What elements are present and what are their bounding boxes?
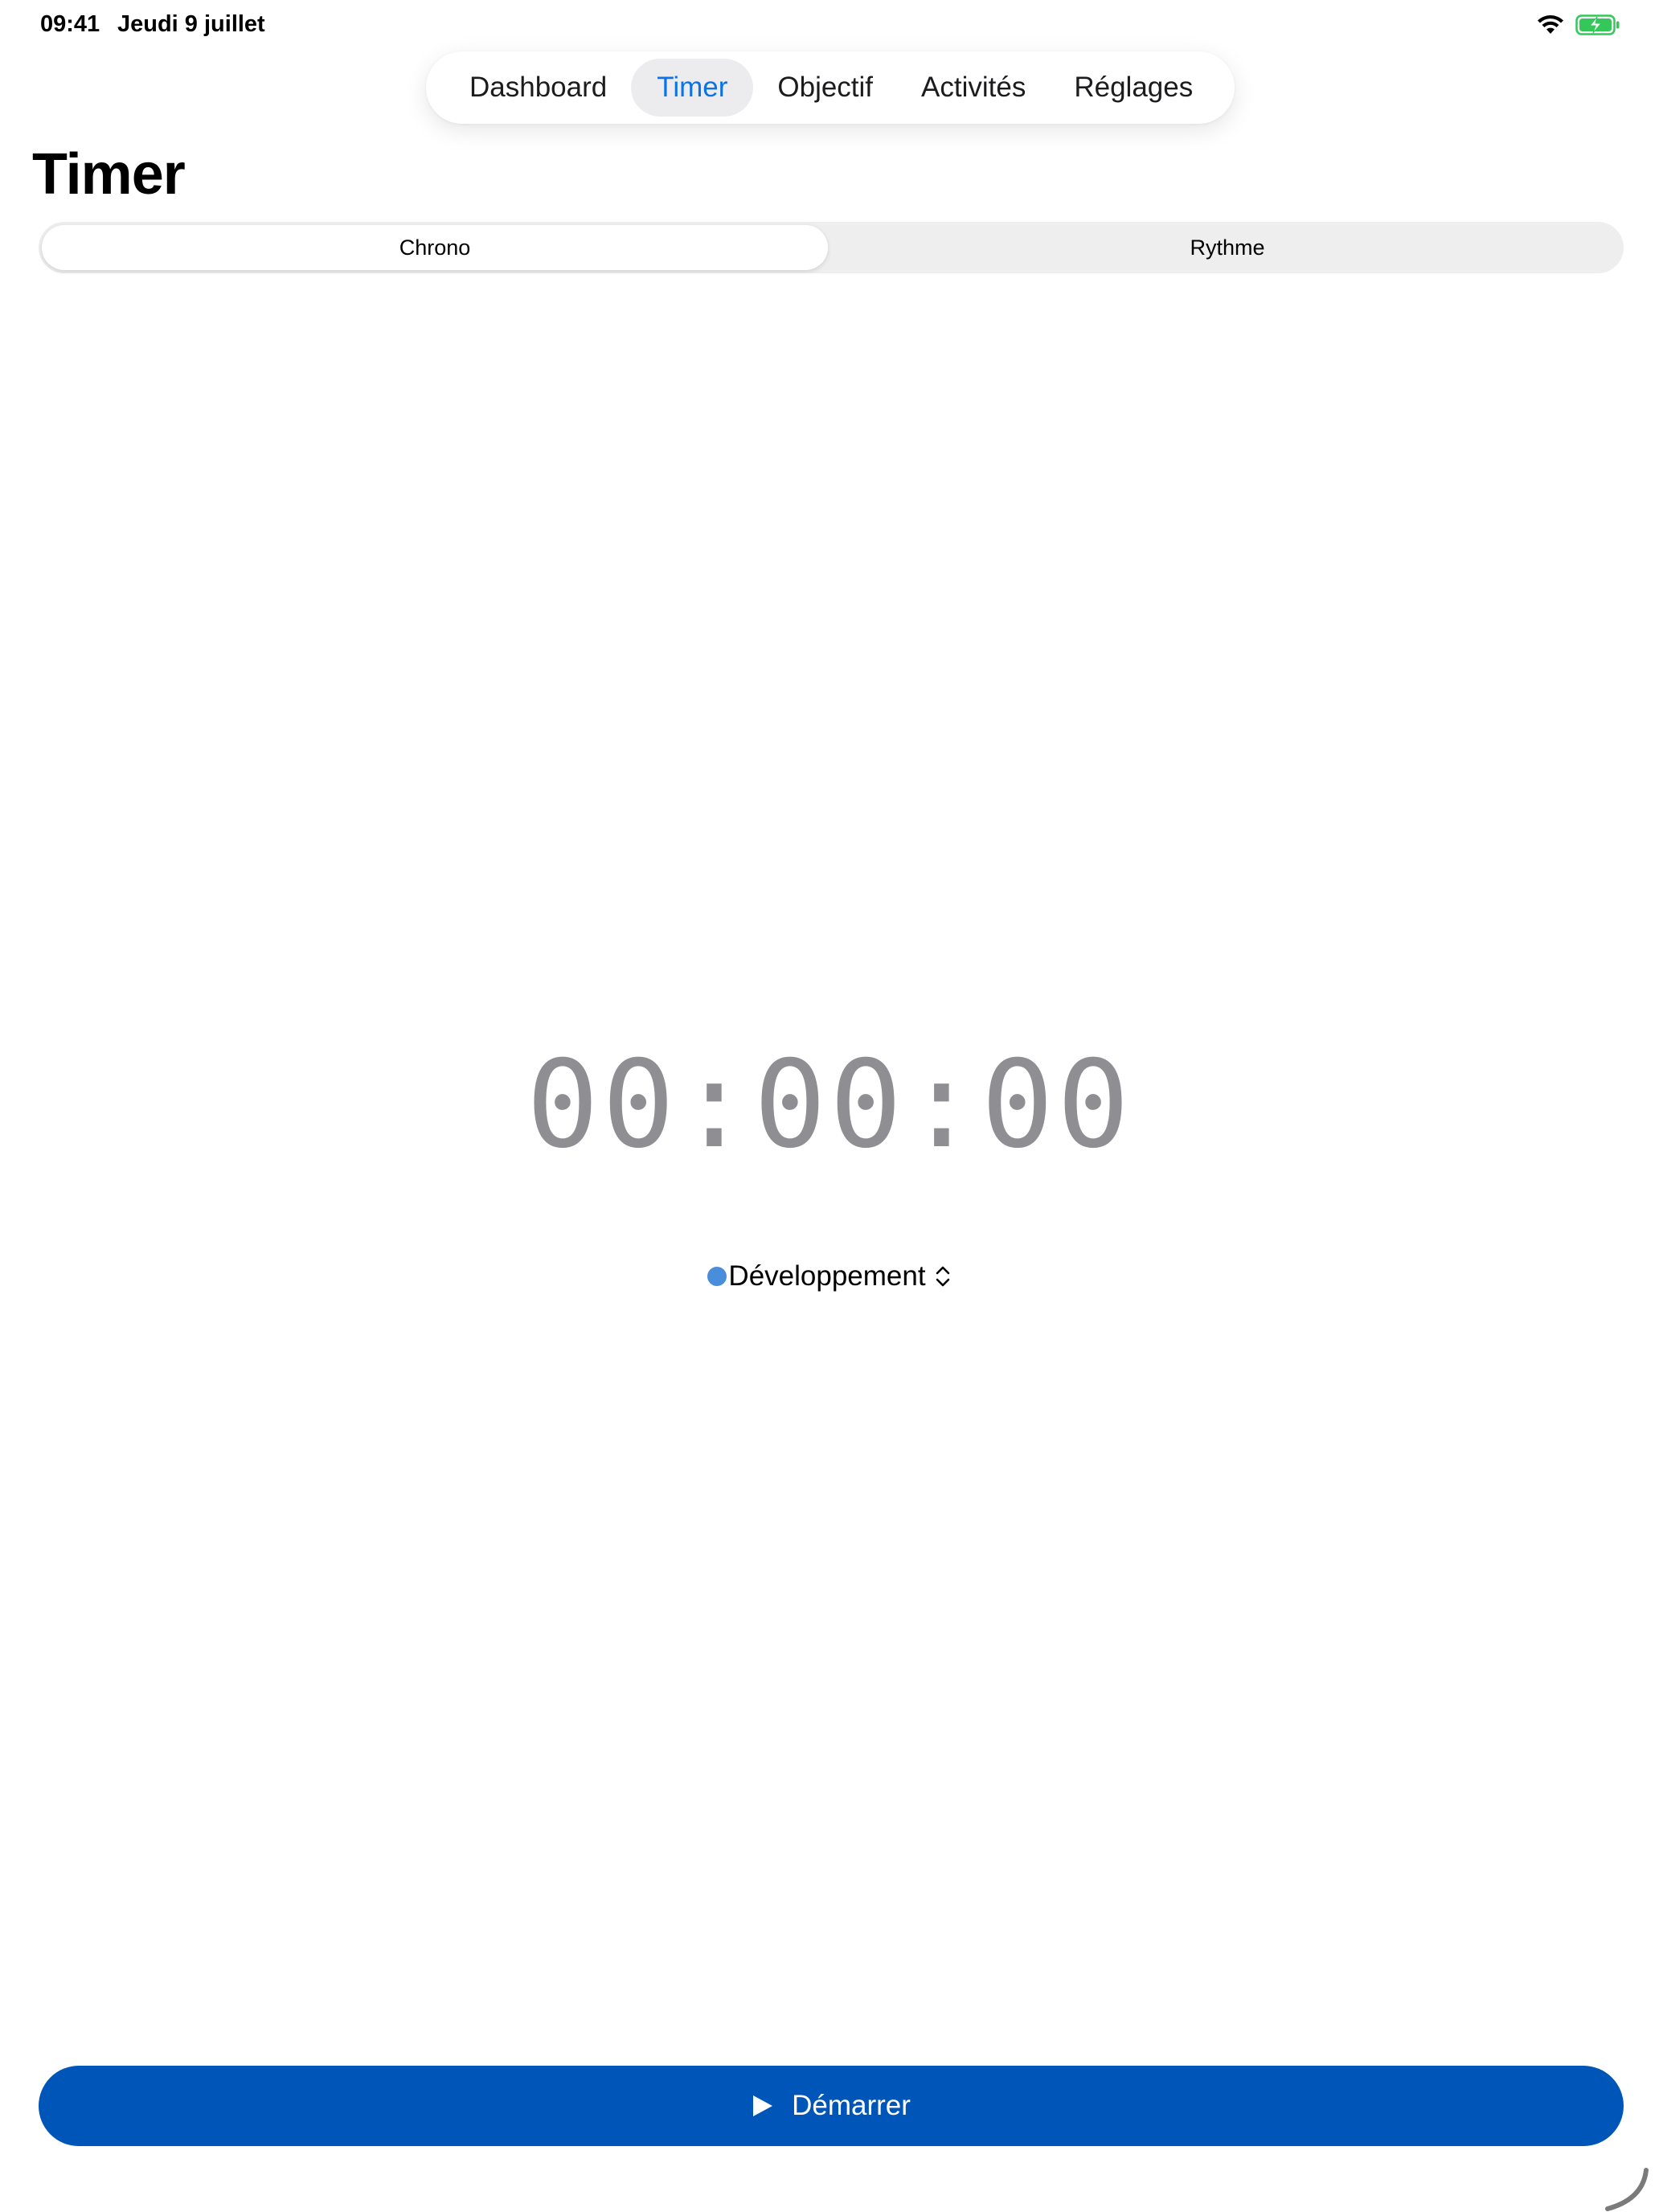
chevron-up-down-icon xyxy=(936,1266,949,1287)
play-icon xyxy=(753,2095,773,2116)
tab-timer[interactable]: Timer xyxy=(631,59,754,117)
segment-rythme[interactable]: Rythme xyxy=(834,225,1620,270)
activity-color-dot xyxy=(707,1267,727,1286)
start-button-label: Démarrer xyxy=(792,2090,911,2121)
status-indicators xyxy=(1537,14,1620,35)
tab-dashboard[interactable]: Dashboard xyxy=(445,59,631,117)
resize-handle-icon[interactable] xyxy=(1603,2167,1651,2212)
tab-reglages[interactable]: Réglages xyxy=(1050,59,1217,117)
status-time: 09:41 xyxy=(40,11,100,37)
page-title: Timer xyxy=(32,142,186,207)
tab-objectif[interactable]: Objectif xyxy=(753,59,897,117)
tab-activites[interactable]: Activités xyxy=(897,59,1050,117)
timer-display: 00:00:00 xyxy=(526,1035,1133,1175)
wifi-icon xyxy=(1538,15,1563,34)
segment-chrono[interactable]: Chrono xyxy=(42,225,828,270)
status-bar: 09:41 Jeudi 9 juillet xyxy=(0,0,1659,51)
top-tab-bar: Dashboard Timer Objectif Activités Régla… xyxy=(426,51,1235,124)
status-date: Jeudi 9 juillet xyxy=(117,11,265,37)
start-button[interactable]: Démarrer xyxy=(39,2066,1624,2146)
battery-charging-icon xyxy=(1575,14,1620,35)
mode-segmented-control: Chrono Rythme xyxy=(39,222,1624,273)
activity-label: Développement xyxy=(728,1260,926,1292)
timer-screen: 09:41 Jeudi 9 juillet Dashboard Timer Ob… xyxy=(0,0,1659,2212)
activity-picker[interactable]: Développement xyxy=(0,1260,1659,1292)
